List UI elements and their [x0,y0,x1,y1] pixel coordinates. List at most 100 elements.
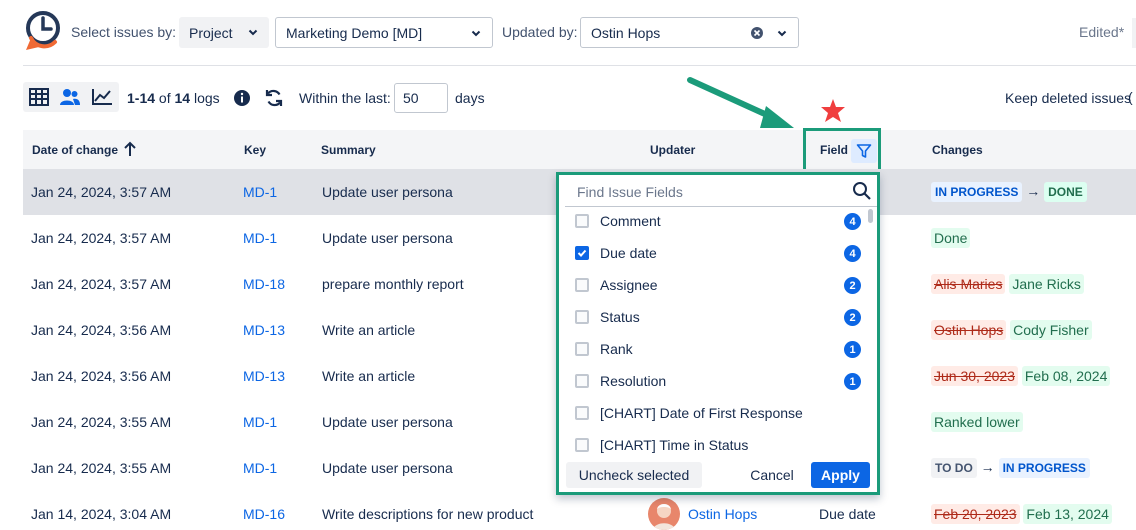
days-input[interactable] [394,83,448,113]
option-label: [CHART] Date of First Response [600,405,803,421]
row-date: Jan 24, 2024, 3:57 AM [31,276,172,292]
table-row[interactable]: Jan 14, 2024, 3:04 AM MD-16 Write descri… [23,491,1136,530]
edited-indicator: Edited* [1079,24,1125,40]
status-from: IN PROGRESS [931,182,1023,202]
sort-ascending-icon[interactable] [123,140,137,161]
status-to: DONE [1044,182,1087,202]
refresh-icon[interactable] [264,88,284,111]
row-summary: Update user persona [322,460,453,476]
field-option-rank[interactable]: Rank 1 [575,337,865,361]
log-of: of [158,90,171,106]
keep-deleted-toggle-edge[interactable]: ( [1128,89,1133,105]
count-badge: 4 [844,213,861,230]
checkbox[interactable] [575,438,589,452]
field-option-status[interactable]: Status 2 [575,305,865,329]
row-key[interactable]: MD-18 [243,276,285,292]
option-label: Due date [600,245,657,261]
count-badge: 2 [844,277,861,294]
field-option-resolution[interactable]: Resolution 1 [575,369,865,393]
row-date: Jan 24, 2024, 3:56 AM [31,368,172,384]
checkbox[interactable] [575,278,589,292]
option-label: Resolution [600,373,667,389]
field-option-assignee[interactable]: Assignee 2 [575,273,865,297]
chevron-down-icon [471,30,481,37]
type-select[interactable]: Project [179,17,269,48]
count-badge: 2 [844,309,861,326]
option-label: Status [600,309,640,325]
select-by-label: Select issues by: [71,24,177,40]
row-key[interactable]: MD-1 [243,460,277,476]
avatar [648,498,680,530]
cancel-button[interactable]: Cancel [739,462,805,488]
info-icon[interactable] [233,89,251,110]
uncheck-selected-button[interactable]: Uncheck selected [566,462,702,488]
keep-deleted-label: Keep deleted issues [1005,90,1132,106]
checkbox[interactable] [575,374,589,388]
header-edge [1132,18,1136,48]
clear-icon[interactable] [750,26,764,43]
row-summary: Write an article [322,368,416,384]
search-icon[interactable] [852,181,872,204]
row-summary: prepare monthly report [322,276,464,292]
log-count: 1-14 of 14 logs [127,90,220,106]
row-date: Jan 24, 2024, 3:55 AM [31,460,172,476]
row-changes: Ostin Hops Cody Fisher [931,320,1092,340]
col-date[interactable]: Date of change [32,143,118,157]
project-select-value: Marketing Demo [MD] [286,24,423,41]
field-option-chart-time-in-status[interactable]: [CHART] Time in Status [575,433,865,457]
row-key[interactable]: MD-1 [243,230,277,246]
col-updater[interactable]: Updater [650,143,695,157]
star-icon [821,99,845,122]
updater-select[interactable]: Ostin Hops [580,17,799,48]
change-old: Feb 20, 2023 [931,504,1020,524]
users-view-icon[interactable] [57,84,83,110]
row-changes: Jun 30, 2023 Feb 08, 2024 [931,366,1111,386]
row-changes: Feb 20, 2023 Feb 13, 2024 [931,504,1112,524]
field-search [565,179,877,207]
field-option-due-date[interactable]: Due date 4 [575,241,865,265]
checkbox-checked[interactable] [575,246,589,260]
row-changes: Alis Maries Jane Ricks [931,274,1084,294]
project-select[interactable]: Marketing Demo [MD] [275,17,493,48]
row-key[interactable]: MD-16 [243,506,285,522]
col-summary[interactable]: Summary [321,143,376,157]
col-changes[interactable]: Changes [932,143,983,157]
row-updater[interactable]: Ostin Hops [688,506,757,522]
row-changes: TO DO → IN PROGRESS [931,458,1090,478]
field-highlight-box [803,128,881,174]
row-summary: Update user persona [322,414,453,430]
checkbox[interactable] [575,214,589,228]
app-logo [23,8,63,58]
days-label: days [455,90,485,106]
row-changes: IN PROGRESS → DONE [931,182,1087,202]
option-label: [CHART] Time in Status [600,437,749,453]
log-label: logs [193,90,220,106]
apply-button[interactable]: Apply [811,462,870,488]
dropdown-scrollbar[interactable] [868,209,873,223]
option-label: Rank [600,341,633,357]
row-key[interactable]: MD-1 [243,414,277,430]
checkbox[interactable] [575,310,589,324]
field-option-comment[interactable]: Comment 4 [575,209,865,233]
row-date: Jan 24, 2024, 3:57 AM [31,184,172,200]
checkbox[interactable] [575,342,589,356]
count-badge: 1 [844,341,861,358]
row-date: Jan 24, 2024, 3:55 AM [31,414,172,430]
row-changes: Done [931,228,971,248]
field-search-input[interactable] [565,179,835,205]
within-label: Within the last: [299,90,391,106]
row-summary: Update user persona [322,230,453,246]
table-view-icon[interactable] [26,84,52,110]
checkbox[interactable] [575,406,589,420]
row-key[interactable]: MD-13 [243,368,285,384]
col-key[interactable]: Key [244,143,266,157]
change-new: Cody Fisher [1010,320,1092,340]
row-key[interactable]: MD-1 [243,184,277,200]
updated-by-label: Updated by: [502,24,578,40]
header-divider [23,65,1136,66]
row-changes: Ranked lower [931,412,1023,432]
chart-view-icon[interactable] [89,84,115,110]
count-badge: 1 [844,373,861,390]
field-option-chart-first-response[interactable]: [CHART] Date of First Response [575,401,865,425]
row-key[interactable]: MD-13 [243,322,285,338]
